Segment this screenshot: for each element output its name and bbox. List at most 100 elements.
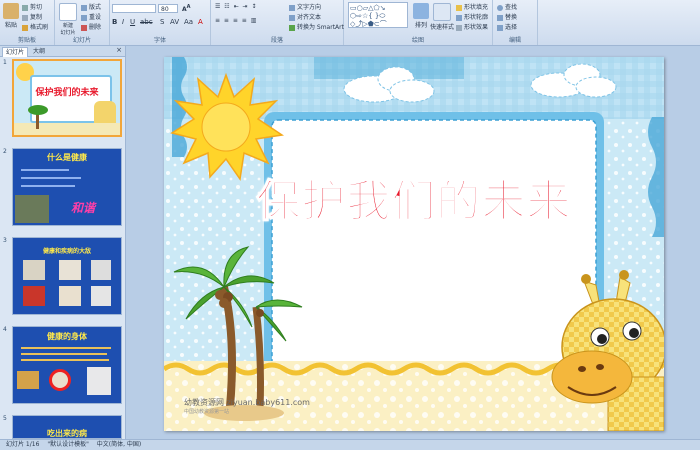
font-color-button[interactable]: A [198, 18, 203, 26]
align-buttons[interactable]: ≡ ≡ ≡ ≡ ▥ [215, 17, 257, 24]
slide-count: 幻灯片 1/16 [6, 441, 40, 448]
paragraph-group: ☰ ☷ ⇤ ⇥ ↕ ≡ ≡ ≡ ≡ ▥ 文字方向 对齐文本 转换为 SmartA… [211, 0, 344, 45]
layout-icon [81, 4, 87, 11]
text-line [21, 347, 111, 349]
thumbnail-4-title: 健康的身体 [47, 332, 87, 341]
replace-button[interactable]: 替换 [497, 12, 517, 21]
theme-name: "默认设计模板" [47, 441, 89, 448]
reset-icon [81, 14, 87, 21]
thumbnail-3[interactable]: 3 健康和疾病的大敌 [0, 235, 125, 317]
food-image [17, 371, 39, 389]
current-slide[interactable]: 保护我们的未来 幼教资源网 ziyuan.baby611.com 中国幼教资源第… [164, 57, 664, 431]
reset-button[interactable]: 重设 [81, 12, 101, 21]
select-icon [497, 24, 503, 31]
scissors-icon [22, 4, 28, 11]
white-board [271, 119, 597, 370]
picture-image [91, 286, 111, 306]
clipboard-group: 粘贴 剪切 复制 格式刷 剪贴板 [0, 0, 55, 45]
find-button[interactable]: 查找 [497, 2, 517, 11]
shape-effects-button[interactable]: 形状效果 [456, 22, 488, 31]
new-slide-button[interactable]: 新建 幻灯片 [58, 3, 78, 36]
select-button[interactable]: 选择 [497, 22, 517, 31]
find-icon [497, 4, 503, 11]
grow-font-button[interactable]: AA [182, 4, 191, 13]
font-family-combo[interactable] [112, 4, 156, 13]
thumbnail-5-preview: 吃出来的病 [12, 415, 122, 439]
status-bar: 幻灯片 1/16 "默认设计模板" 中文(简体, 中国) [0, 439, 700, 450]
quick-styles-icon [433, 3, 451, 21]
slides-panel: 幻灯片 大纲 × 1 保护我们的未来 2 什么是健康 和谐 3 健康和疾病的大敌 [0, 46, 126, 439]
format-painter-button[interactable]: 格式刷 [22, 22, 48, 31]
delete-icon [81, 24, 87, 31]
clipboard-label: 剪贴板 [17, 37, 36, 44]
harmony-text: 和谐 [71, 201, 96, 215]
smartart-button[interactable]: 转换为 SmartArt [289, 22, 344, 31]
thumbnail-2[interactable]: 2 什么是健康 和谐 [0, 146, 125, 228]
panel-tabs: 幻灯片 大纲 × [0, 46, 125, 57]
font-label: 字体 [153, 37, 166, 44]
language-status: 中文(简体, 中国) [96, 441, 142, 448]
delete-button[interactable]: 删除 [81, 22, 101, 31]
text-line [21, 185, 75, 187]
spacing-button[interactable]: AV [170, 18, 179, 26]
text-line [21, 177, 81, 179]
thumbnail-5[interactable]: 5 吃出来的病 [0, 413, 125, 439]
paint-bucket-icon [456, 4, 462, 11]
font-group: 80 AA B I U abc S AV Aa A 字体 [110, 0, 211, 45]
picture-image [87, 367, 111, 395]
thumbnail-3-title: 健康和疾病的大敌 [42, 248, 91, 255]
shape-outline-button[interactable]: 形状轮廓 [456, 12, 488, 21]
thumbnail-3-preview: 健康和疾病的大敌 [12, 237, 122, 315]
thumbnail-5-title: 吃出来的病 [47, 429, 87, 438]
text-direction-button[interactable]: 文字方向 [289, 2, 321, 11]
font-size-combo[interactable]: 80 [158, 4, 178, 13]
quick-styles-button[interactable]: 快速样式 [430, 3, 454, 31]
brush-icon [22, 24, 28, 31]
copy-button[interactable]: 复制 [22, 12, 42, 21]
watermark-main: 幼教资源网 ziyuan.baby611.com [184, 398, 310, 407]
shadow-button[interactable]: S [160, 18, 164, 26]
slide-title[interactable]: 保护我们的未来 [204, 165, 624, 229]
text-direction-icon [289, 4, 295, 11]
editing-group: 查找 替换 选择 编辑 [493, 0, 538, 45]
align-text-button[interactable]: 对齐文本 [289, 12, 321, 21]
drawing-group: ▭○▱△⬠↘ ⬡⇨☆{ }⬭ ◇⤴▷⬟⊂⌒ 排列 快速样式 形状填充 形状轮廓 形状… [344, 0, 493, 45]
effects-icon [456, 24, 462, 31]
picture-image [59, 286, 81, 306]
tab-outline[interactable]: 大纲 [30, 47, 48, 56]
ribbon: 粘贴 剪切 复制 格式刷 剪贴板 新建 幻灯片 版式 重设 删除 幻灯片 80 … [0, 0, 700, 46]
photo-image [15, 195, 49, 223]
editing-label: 编辑 [508, 37, 521, 44]
palm-leaves [28, 105, 48, 115]
arrange-button[interactable]: 排列 [412, 3, 430, 29]
italic-button[interactable]: I [122, 18, 124, 26]
watermark-sub: 中国幼教资源第一站 [184, 409, 230, 415]
close-icon[interactable]: × [116, 46, 122, 54]
cut-button[interactable]: 剪切 [22, 2, 42, 11]
thumbnail-1[interactable]: 1 保护我们的未来 [0, 57, 125, 139]
underline-button[interactable]: U [130, 18, 135, 26]
shape-fill-button[interactable]: 形状填充 [456, 2, 488, 11]
list-buttons[interactable]: ☰ ☷ ⇤ ⇥ ↕ [215, 3, 257, 10]
smartart-icon [289, 24, 295, 31]
paragraph-label: 段落 [270, 37, 283, 44]
thumbnail-2-title: 什么是健康 [47, 153, 87, 162]
bold-button[interactable]: B [112, 18, 117, 26]
shapes-gallery[interactable]: ▭○▱△⬠↘ ⬡⇨☆{ }⬭ ◇⤴▷⬟⊂⌒ [348, 2, 408, 28]
new-slide-icon [59, 3, 77, 21]
sand-shape [14, 123, 120, 135]
pen-icon [456, 14, 462, 21]
thumbnail-1-preview: 保护我们的未来 [12, 59, 122, 137]
paste-button[interactable]: 粘贴 [2, 3, 20, 29]
slide-editor: 保护我们的未来 幼教资源网 ziyuan.baby611.com 中国幼教资源第… [126, 46, 700, 439]
tab-slides[interactable]: 幻灯片 [2, 47, 29, 57]
slides-label: 幻灯片 [72, 37, 91, 44]
thumbnail-4[interactable]: 4 健康的身体 [0, 324, 125, 406]
layout-button[interactable]: 版式 [81, 2, 101, 11]
paste-icon [3, 3, 19, 19]
copy-icon [22, 14, 28, 21]
picture-image [59, 260, 81, 280]
strike-button[interactable]: abc [140, 18, 153, 26]
slides-group: 新建 幻灯片 版式 重设 删除 幻灯片 [55, 0, 110, 45]
case-button[interactable]: Aa [184, 18, 193, 26]
